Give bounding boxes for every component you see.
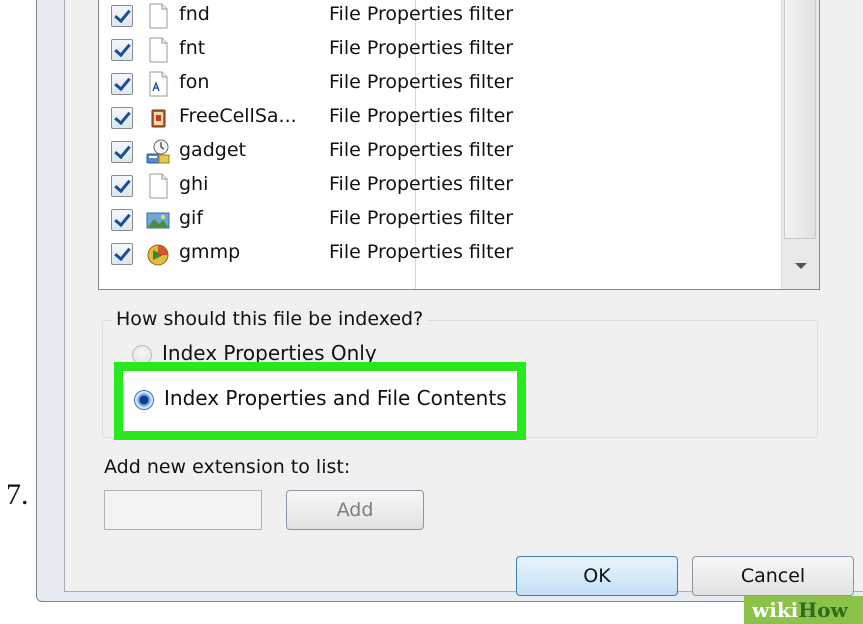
add-extension-label: Add new extension to list: [104, 456, 351, 478]
media-file-icon [147, 244, 169, 266]
list-item[interactable]: ghi File Properties filter [99, 169, 779, 203]
row-checkbox[interactable] [111, 5, 133, 27]
radio-label: Index Properties and File Contents [164, 386, 507, 410]
extension-name: gmmp [179, 241, 241, 263]
row-checkbox[interactable] [111, 73, 133, 95]
filter-type: File Properties filter [329, 207, 514, 229]
list-item[interactable]: FreeCellSa... File Properties filter [99, 101, 779, 135]
row-checkbox[interactable] [111, 175, 133, 197]
blank-file-icon [149, 37, 168, 63]
vertical-scrollbar[interactable] [781, 0, 819, 289]
list-item[interactable]: fnd File Properties filter [99, 0, 779, 33]
list-item[interactable]: gif File Properties filter [99, 203, 779, 237]
extension-name: ghi [179, 173, 209, 195]
row-checkbox[interactable] [111, 39, 133, 61]
list-item[interactable]: fnt File Properties filter [99, 33, 779, 67]
filter-type: File Properties filter [329, 3, 514, 25]
cancel-button[interactable]: Cancel [692, 556, 854, 596]
list-item[interactable]: fon File Properties filter [99, 67, 779, 101]
index-options-legend: How should this file be indexed? [112, 308, 428, 330]
extension-name: FreeCellSa... [179, 105, 297, 127]
extension-name: fnd [179, 3, 210, 25]
blank-file-icon [149, 173, 168, 199]
file-type-list[interactable]: fnd File Properties filter fnt File Prop… [98, 0, 820, 290]
row-checkbox[interactable] [111, 107, 133, 129]
row-checkbox[interactable] [111, 141, 133, 163]
wikihow-watermark: wikiHow [744, 596, 863, 624]
ok-button[interactable]: OK [516, 556, 678, 596]
blank-file-icon [149, 3, 168, 29]
freecell-icon [151, 109, 166, 128]
row-checkbox[interactable] [111, 209, 133, 231]
list-item[interactable]: gadget File Properties filter [99, 135, 779, 169]
step-number: 7. [6, 478, 29, 511]
scrollbar-thumb[interactable] [784, 0, 816, 239]
radio-index-properties-and-contents[interactable]: Index Properties and File Contents [134, 386, 514, 416]
filter-type: File Properties filter [329, 173, 514, 195]
radio-button-selected[interactable] [134, 390, 154, 410]
filter-type: File Properties filter [329, 241, 514, 263]
filter-type: File Properties filter [329, 37, 514, 59]
new-extension-input[interactable] [104, 490, 262, 530]
list-item[interactable]: gmmp File Properties filter [99, 237, 779, 271]
scroll-down-arrow-icon[interactable] [795, 263, 807, 269]
gadget-icon [146, 139, 170, 164]
extension-name: fon [179, 71, 210, 93]
extension-name: gadget [179, 139, 246, 161]
extension-name: fnt [179, 37, 206, 59]
filter-type: File Properties filter [329, 139, 514, 161]
add-button[interactable]: Add [286, 490, 424, 530]
filter-type: File Properties filter [329, 105, 514, 127]
image-file-icon [146, 212, 170, 229]
extension-name: gif [179, 207, 204, 229]
font-file-icon [149, 71, 168, 97]
filter-type: File Properties filter [329, 71, 514, 93]
row-checkbox[interactable] [111, 243, 133, 265]
